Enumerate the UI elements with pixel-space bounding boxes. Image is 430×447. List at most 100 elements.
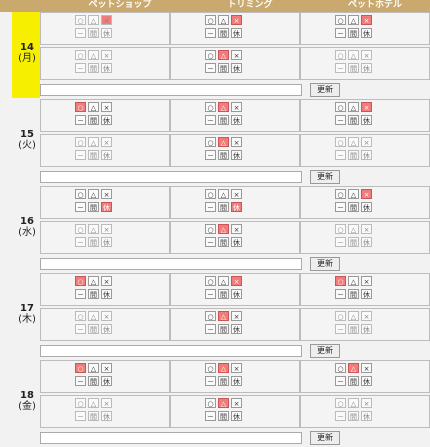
status-button-open[interactable]: ○	[335, 15, 346, 25]
memo-input[interactable]	[40, 84, 302, 96]
status-button-dash[interactable]: －	[205, 237, 216, 247]
status-button-open[interactable]: ○	[75, 102, 86, 112]
status-button-dash[interactable]: －	[75, 237, 86, 247]
status-button-open[interactable]: ○	[335, 398, 346, 408]
status-button-closed[interactable]: 休	[231, 376, 242, 386]
status-button-dash[interactable]: －	[205, 115, 216, 125]
status-button-time[interactable]: 間	[218, 237, 229, 247]
status-button-time[interactable]: 間	[218, 115, 229, 125]
status-button-time[interactable]: 間	[88, 63, 99, 73]
status-button-dash[interactable]: －	[75, 150, 86, 160]
status-button-few[interactable]: △	[88, 50, 99, 60]
status-button-dash[interactable]: －	[205, 324, 216, 334]
status-button-open[interactable]: ○	[205, 398, 216, 408]
status-button-full[interactable]: ×	[231, 224, 242, 234]
status-button-closed[interactable]: 休	[361, 115, 372, 125]
status-button-open[interactable]: ○	[75, 15, 86, 25]
status-button-full[interactable]: ×	[101, 363, 112, 373]
status-button-few[interactable]: △	[88, 398, 99, 408]
update-button[interactable]: 更新	[310, 83, 340, 97]
status-button-closed[interactable]: 休	[361, 411, 372, 421]
status-button-closed[interactable]: 休	[101, 237, 112, 247]
status-button-full[interactable]: ×	[231, 137, 242, 147]
update-button[interactable]: 更新	[310, 344, 340, 358]
status-button-open[interactable]: ○	[75, 311, 86, 321]
status-button-closed[interactable]: 休	[361, 202, 372, 212]
status-button-closed[interactable]: 休	[231, 150, 242, 160]
status-button-dash[interactable]: －	[205, 28, 216, 38]
status-button-time[interactable]: 間	[88, 150, 99, 160]
status-button-open[interactable]: ○	[205, 189, 216, 199]
status-button-full[interactable]: ×	[231, 311, 242, 321]
status-button-full[interactable]: ×	[101, 311, 112, 321]
status-button-closed[interactable]: 休	[101, 63, 112, 73]
status-button-open[interactable]: ○	[205, 363, 216, 373]
status-button-dash[interactable]: －	[75, 411, 86, 421]
status-button-few[interactable]: △	[88, 15, 99, 25]
update-button[interactable]: 更新	[310, 170, 340, 184]
status-button-full[interactable]: ×	[231, 15, 242, 25]
status-button-dash[interactable]: －	[335, 376, 346, 386]
status-button-time[interactable]: 間	[88, 289, 99, 299]
status-button-open[interactable]: ○	[75, 398, 86, 408]
status-button-closed[interactable]: 休	[361, 150, 372, 160]
status-button-time[interactable]: 間	[348, 150, 359, 160]
status-button-time[interactable]: 間	[218, 376, 229, 386]
status-button-few[interactable]: △	[88, 276, 99, 286]
status-button-full[interactable]: ×	[231, 50, 242, 60]
status-button-time[interactable]: 間	[88, 115, 99, 125]
status-button-full[interactable]: ×	[361, 50, 372, 60]
status-button-dash[interactable]: －	[75, 376, 86, 386]
status-button-closed[interactable]: 休	[361, 63, 372, 73]
status-button-dash[interactable]: －	[335, 28, 346, 38]
status-button-open[interactable]: ○	[205, 50, 216, 60]
status-button-full[interactable]: ×	[361, 363, 372, 373]
status-button-closed[interactable]: 休	[101, 324, 112, 334]
status-button-closed[interactable]: 休	[361, 324, 372, 334]
status-button-full[interactable]: ×	[101, 102, 112, 112]
status-button-time[interactable]: 間	[348, 324, 359, 334]
status-button-closed[interactable]: 休	[101, 115, 112, 125]
memo-input[interactable]	[40, 345, 302, 357]
status-button-dash[interactable]: －	[75, 324, 86, 334]
status-button-full[interactable]: ×	[361, 398, 372, 408]
status-button-full[interactable]: ×	[361, 276, 372, 286]
status-button-time[interactable]: 間	[348, 237, 359, 247]
status-button-dash[interactable]: －	[335, 202, 346, 212]
status-button-few[interactable]: △	[348, 276, 359, 286]
status-button-few[interactable]: △	[348, 224, 359, 234]
status-button-open[interactable]: ○	[335, 363, 346, 373]
status-button-few[interactable]: △	[88, 189, 99, 199]
status-button-dash[interactable]: －	[205, 150, 216, 160]
status-button-full[interactable]: ×	[361, 311, 372, 321]
status-button-dash[interactable]: －	[335, 324, 346, 334]
status-button-few[interactable]: △	[218, 50, 229, 60]
status-button-time[interactable]: 間	[88, 324, 99, 334]
status-button-closed[interactable]: 休	[101, 289, 112, 299]
update-button[interactable]: 更新	[310, 431, 340, 445]
status-button-open[interactable]: ○	[75, 224, 86, 234]
status-button-dash[interactable]: －	[335, 63, 346, 73]
status-button-open[interactable]: ○	[205, 15, 216, 25]
status-button-few[interactable]: △	[88, 102, 99, 112]
status-button-few[interactable]: △	[218, 363, 229, 373]
status-button-open[interactable]: ○	[75, 276, 86, 286]
status-button-few[interactable]: △	[348, 102, 359, 112]
status-button-time[interactable]: 間	[348, 63, 359, 73]
status-button-few[interactable]: △	[218, 224, 229, 234]
status-button-full[interactable]: ×	[231, 276, 242, 286]
status-button-few[interactable]: △	[218, 137, 229, 147]
status-button-open[interactable]: ○	[335, 189, 346, 199]
status-button-open[interactable]: ○	[75, 189, 86, 199]
status-button-few[interactable]: △	[88, 363, 99, 373]
status-button-full[interactable]: ×	[101, 224, 112, 234]
status-button-dash[interactable]: －	[205, 411, 216, 421]
status-button-open[interactable]: ○	[205, 276, 216, 286]
status-button-few[interactable]: △	[348, 311, 359, 321]
status-button-time[interactable]: 間	[218, 150, 229, 160]
status-button-dash[interactable]: －	[205, 202, 216, 212]
status-button-dash[interactable]: －	[75, 28, 86, 38]
status-button-time[interactable]: 間	[218, 63, 229, 73]
status-button-dash[interactable]: －	[335, 150, 346, 160]
status-button-full[interactable]: ×	[101, 276, 112, 286]
